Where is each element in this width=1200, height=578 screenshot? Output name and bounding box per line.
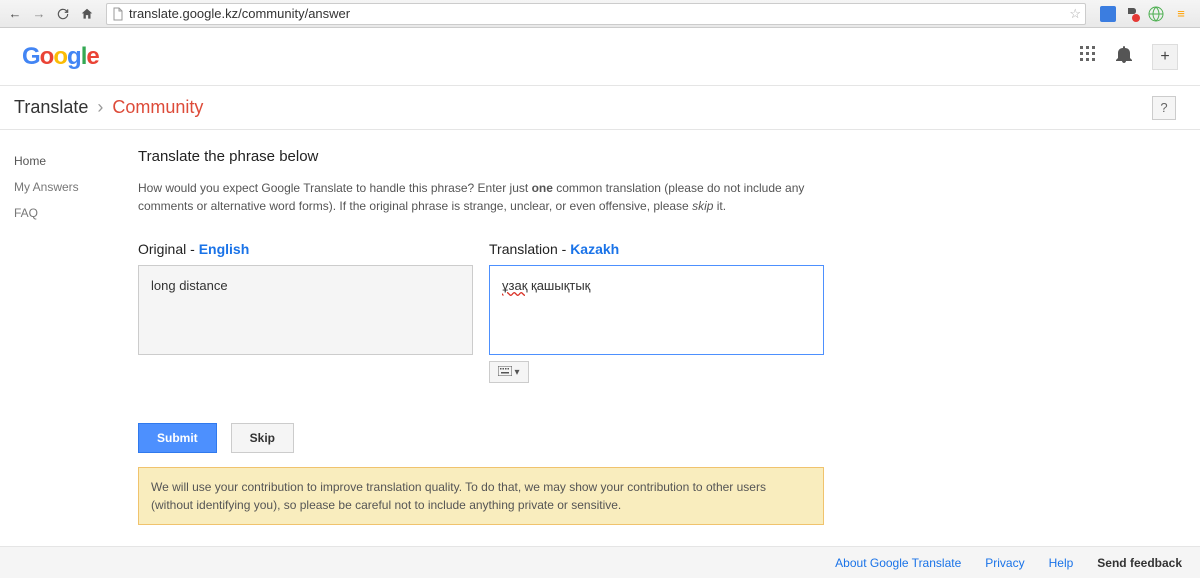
url-text: translate.google.kz/community/answer [129, 6, 1065, 21]
sidebar-item-home[interactable]: Home [14, 148, 124, 174]
original-label: Original - English [138, 241, 473, 257]
chrome-menu-icon[interactable]: ≡ [1172, 5, 1190, 23]
product-name[interactable]: Translate [14, 97, 88, 117]
original-text-box: long distance [138, 265, 473, 355]
sidebar-item-faq[interactable]: FAQ [14, 200, 124, 226]
skip-button[interactable]: Skip [231, 423, 294, 453]
translation-panels: Original - English long distance Transla… [138, 241, 824, 383]
keyboard-icon [498, 365, 512, 379]
footer-link-about[interactable]: About Google Translate [835, 556, 961, 570]
chevron-down-icon: ▾ [514, 367, 519, 378]
breadcrumb-separator: › [97, 97, 103, 117]
submit-button[interactable]: Submit [138, 423, 217, 453]
footer: About Google Translate Privacy Help Send… [0, 546, 1200, 578]
page-icon [111, 7, 125, 21]
add-button[interactable]: + [1152, 44, 1178, 70]
address-bar[interactable]: translate.google.kz/community/answer ☆ [106, 3, 1086, 25]
extension-icon-1[interactable] [1100, 6, 1116, 22]
apps-icon[interactable] [1080, 46, 1096, 67]
back-button[interactable]: ← [6, 5, 24, 23]
extension-icons: ≡ [1096, 5, 1194, 23]
help-button[interactable]: ? [1152, 96, 1176, 120]
footer-link-privacy[interactable]: Privacy [985, 556, 1024, 570]
home-button[interactable] [78, 5, 96, 23]
translation-column: Translation - Kazakh ұзақ қашықтық ▾ [489, 241, 824, 383]
footer-link-help[interactable]: Help [1049, 556, 1074, 570]
reload-button[interactable] [54, 5, 72, 23]
original-language[interactable]: English [199, 241, 250, 257]
extension-icon-2[interactable] [1124, 6, 1140, 22]
footer-link-feedback[interactable]: Send feedback [1097, 556, 1182, 570]
forward-button[interactable]: → [30, 5, 48, 23]
translation-language[interactable]: Kazakh [570, 241, 619, 257]
google-header: Google + [0, 28, 1200, 86]
content-area: Translate the phrase below How would you… [124, 130, 844, 525]
extension-icon-3[interactable] [1148, 6, 1164, 22]
google-logo[interactable]: Google [22, 43, 99, 71]
sidebar-item-my-answers[interactable]: My Answers [14, 174, 124, 200]
action-buttons: Submit Skip [138, 423, 824, 453]
main-content: Home My Answers FAQ Translate the phrase… [0, 130, 1200, 525]
section-name[interactable]: Community [112, 97, 203, 117]
translation-input[interactable]: ұзақ қашықтық [489, 265, 824, 355]
original-column: Original - English long distance [138, 241, 473, 383]
sidebar: Home My Answers FAQ [0, 130, 124, 525]
notifications-icon[interactable] [1116, 45, 1132, 68]
app-bar: Translate › Community ? [0, 86, 1200, 130]
browser-toolbar: ← → translate.google.kz/community/answer… [0, 0, 1200, 28]
keyboard-dropdown-button[interactable]: ▾ [489, 361, 529, 383]
privacy-notice: We will use your contribution to improve… [138, 467, 824, 525]
page-title: Translate the phrase below [138, 148, 824, 165]
breadcrumb: Translate › Community [14, 97, 203, 118]
header-actions: + [1080, 44, 1178, 70]
translation-label: Translation - Kazakh [489, 241, 824, 257]
instructions-text: How would you expect Google Translate to… [138, 179, 824, 215]
bookmark-star-icon[interactable]: ☆ [1069, 6, 1081, 22]
